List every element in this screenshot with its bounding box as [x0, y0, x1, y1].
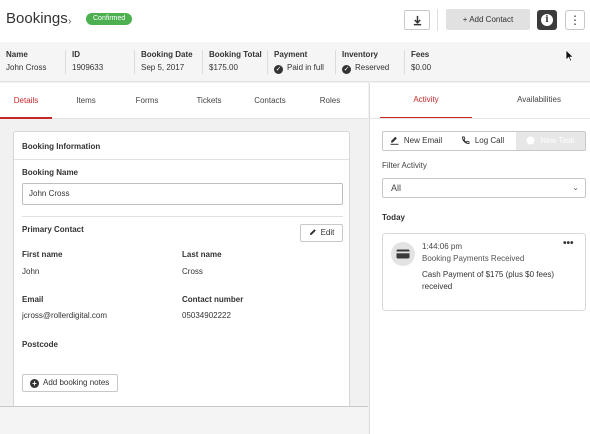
breadcrumb-chevron-icon[interactable]: › [68, 16, 71, 27]
more-options-button[interactable]: ⋮ [565, 10, 585, 30]
info-icon: i [541, 14, 553, 26]
summary-fees-label: Fees [411, 50, 430, 59]
summary-divider [335, 50, 336, 74]
log-call-label: Log Call [474, 136, 505, 145]
filter-activity-select[interactable]: All ⌄ [382, 178, 586, 198]
booking-name-input[interactable]: John Cross [22, 183, 343, 205]
download-icon [413, 15, 422, 26]
last-name-value: Cross [182, 267, 203, 276]
new-task-button[interactable]: New Task [516, 131, 586, 151]
activity-more-icon[interactable]: ••• [563, 238, 574, 249]
card-header: Booking Information [14, 132, 349, 160]
today-heading: Today [382, 213, 405, 222]
tab-contacts[interactable]: Contacts [245, 83, 295, 119]
filter-activity-value: All [391, 183, 402, 193]
contact-number-label: Contact number [182, 295, 244, 304]
phone-icon [461, 136, 470, 144]
add-notes-label: Add booking notes [43, 378, 110, 387]
last-name-label: Last name [182, 250, 222, 259]
filter-activity-label: Filter Activity [382, 161, 427, 170]
booking-tabs: Details Items Forms Tickets Contacts Rol… [0, 83, 368, 119]
primary-contact-label: Primary Contact [22, 225, 84, 234]
tab-details[interactable]: Details [0, 83, 52, 119]
summary-inventory-value: Reserved [355, 63, 390, 72]
summary-name-label: Name [6, 50, 28, 59]
activity-title: Booking Payments Received [422, 254, 525, 263]
new-email-button[interactable]: New Email [382, 131, 450, 151]
activity-panel: Activity Availabilities New Email Log Ca… [369, 83, 590, 434]
pencil-icon [309, 229, 316, 235]
add-booking-notes-button[interactable]: + Add booking notes [22, 374, 118, 392]
summary-divider [65, 50, 66, 74]
activity-card: 1:44:06 pm Booking Payments Received Cas… [382, 233, 586, 311]
tab-roles[interactable]: Roles [306, 83, 354, 119]
download-button[interactable] [404, 10, 430, 30]
contact-number-value: 05034902222 [182, 311, 231, 320]
pencil-icon [390, 136, 399, 145]
summary-id-value: 1909633 [72, 63, 104, 72]
tab-tickets[interactable]: Tickets [185, 83, 233, 119]
email-value: jcross@rollerdigital.com [22, 311, 108, 320]
postcode-label: Postcode [22, 340, 59, 349]
summary-inventory-label: Inventory [342, 50, 379, 59]
summary-payment-label: Payment [274, 50, 308, 59]
summary-booking-date-label: Booking Date [141, 50, 193, 59]
summary-divider [202, 50, 203, 74]
tab-items[interactable]: Items [62, 83, 110, 119]
activity-time: 1:44:06 pm [422, 242, 463, 251]
mouse-cursor-icon [565, 49, 574, 62]
summary-id: ID 1909633 [72, 50, 103, 72]
summary-fees: Fees $0.00 [411, 50, 431, 72]
summary-payment: Payment ✓ Paid in full [274, 50, 324, 74]
new-task-label: New Task [540, 136, 575, 145]
summary-id-label: ID [72, 50, 80, 59]
first-name-label: First name [22, 250, 63, 259]
chevron-down-icon: ⌄ [572, 183, 579, 192]
summary-name: Name John Cross [6, 50, 46, 72]
summary-payment-value: Paid in full [287, 63, 324, 72]
tabs-underline [370, 118, 590, 119]
booking-information-card: Booking Information Booking Name John Cr… [13, 131, 350, 411]
first-name-value: John [22, 267, 40, 276]
summary-fees-value: $0.00 [411, 63, 432, 72]
edit-contact-button[interactable]: Edit [300, 224, 343, 242]
check-circle-icon [526, 136, 535, 145]
card-title: Booking Information [22, 142, 101, 151]
tab-activity[interactable]: Activity [380, 83, 472, 119]
status-badge: Confirmed [86, 13, 133, 25]
page-title: Bookings [6, 10, 68, 27]
section-divider [22, 216, 343, 217]
credit-card-icon [391, 242, 415, 266]
edit-label: Edit [320, 228, 335, 237]
info-button[interactable]: i [537, 10, 557, 30]
tab-forms[interactable]: Forms [123, 83, 171, 119]
new-email-label: New Email [403, 136, 443, 145]
summary-divider [404, 50, 405, 74]
summary-booking-total-value: $175.00 [209, 63, 238, 72]
top-bar: Bookings › Confirmed + Add Contact i ⋮ [0, 0, 590, 42]
check-circle-icon: ✓ [342, 65, 351, 74]
check-circle-icon: ✓ [274, 65, 283, 74]
summary-booking-total: Booking Total $175.00 [209, 50, 262, 72]
activity-description: Cash Payment of $175 (plus $0 fees) rece… [422, 270, 555, 291]
log-call-button[interactable]: Log Call [449, 131, 517, 151]
summary-name-value: John Cross [6, 63, 47, 72]
kebab-menu-icon: ⋮ [569, 13, 581, 27]
bottom-scroll-area [0, 406, 368, 434]
tab-availabilities[interactable]: Availabilities [493, 83, 585, 119]
summary-divider [134, 50, 135, 74]
email-label: Email [22, 295, 44, 304]
booking-summary: Name John Cross ID 1909633 Booking Date … [0, 42, 590, 82]
toolbar-divider [437, 9, 438, 31]
summary-divider [267, 50, 268, 74]
summary-inventory: Inventory ✓ Reserved [342, 50, 389, 74]
summary-booking-date: Booking Date Sep 5, 2017 [141, 50, 193, 72]
add-contact-button[interactable]: + Add Contact [446, 9, 530, 30]
booking-name-label: Booking Name [22, 168, 79, 177]
summary-booking-date-value: Sep 5, 2017 [141, 63, 185, 72]
plus-circle-icon: + [30, 379, 39, 388]
summary-booking-total-label: Booking Total [209, 50, 262, 59]
